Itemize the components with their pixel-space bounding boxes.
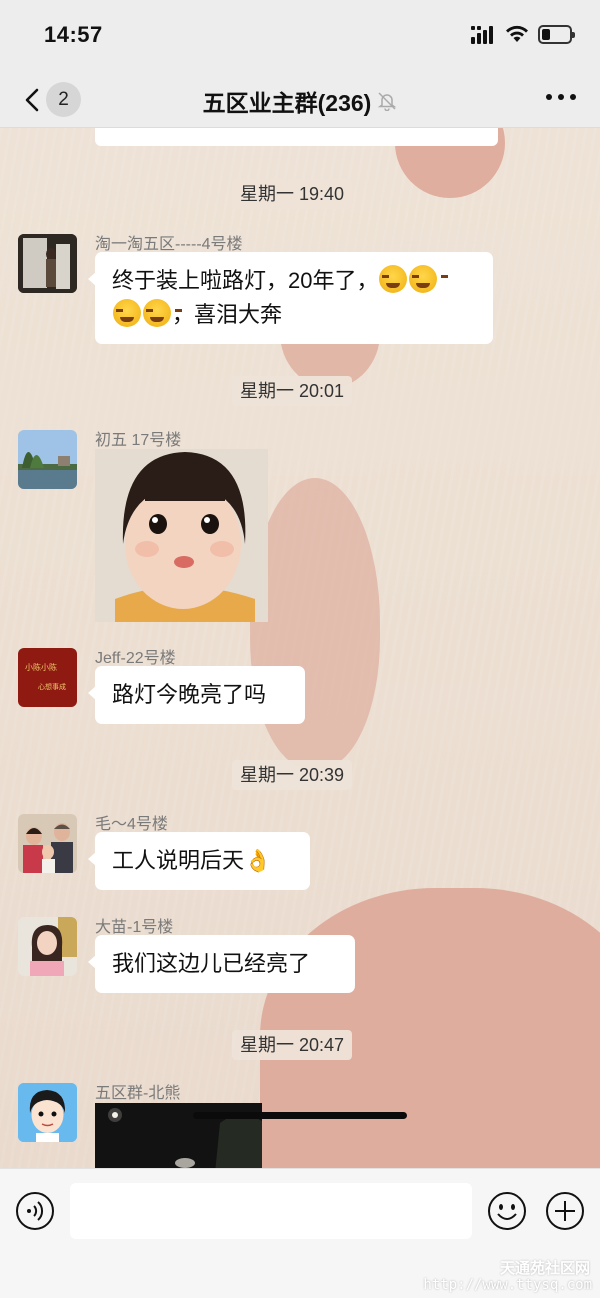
message-text: ，喜泪大奔 — [172, 302, 283, 327]
message-text: 路灯今晚亮了吗 — [112, 682, 267, 707]
sender-name: Jeff-22号楼 — [95, 650, 176, 667]
avatar-text: 小陈小陈 — [25, 663, 57, 672]
message-bubble[interactable]: 我们这边儿已经亮了 — [88, 935, 355, 993]
avatar-photo — [18, 234, 77, 293]
avatar-cartoon — [18, 1083, 77, 1142]
laugh-cry-emoji-icon — [379, 265, 419, 293]
sender-name: 初五 17号楼 — [95, 432, 182, 449]
timestamp: 星期一 19:40 — [232, 179, 353, 209]
avatar[interactable] — [18, 1083, 77, 1142]
avatar[interactable] — [18, 234, 77, 293]
sender-name: 毛～4号楼 — [95, 816, 168, 833]
plus-icon[interactable] — [545, 1191, 585, 1231]
timestamp: 星期一 20:01 — [232, 376, 353, 406]
message-bubble[interactable]: 终于装上啦路灯，20年了， ，喜泪大奔 — [88, 252, 493, 344]
ok-hand-emoji-icon: 👌 — [244, 848, 272, 873]
chat-title: 五区业主群(236) — [202, 90, 372, 116]
wifi-icon — [506, 25, 528, 42]
image-message[interactable] — [95, 449, 268, 622]
message-text: 工人说明后天 — [112, 848, 245, 873]
status-time: 14:57 — [44, 22, 103, 47]
chat-header: 2 五区业主群(236) — [0, 70, 600, 128]
avatar-photo — [18, 814, 77, 873]
signal-icon — [471, 26, 493, 44]
avatar[interactable] — [18, 430, 77, 489]
laugh-cry-emoji-icon — [409, 265, 449, 293]
voice-icon[interactable] — [15, 1191, 55, 1231]
avatar-text: 心想事成 — [38, 684, 66, 691]
timestamp: 星期一 20:39 — [232, 760, 353, 790]
battery-icon — [538, 25, 575, 44]
more-options-button[interactable] — [546, 94, 576, 102]
message-list[interactable]: 星期一 19:40 淘一淘五区-----4号楼 终于装上啦路灯，20年了， ，喜… — [0, 128, 600, 1168]
avatar[interactable] — [18, 917, 77, 976]
sticker-child-face — [95, 449, 268, 622]
message-text: 我们这边儿已经亮了 — [112, 951, 311, 976]
bell-slash-icon — [378, 92, 397, 111]
chat-input-bar: 天通苑社区网 http://www.ttysq.com — [0, 1168, 600, 1298]
sender-name: 淘一淘五区-----4号楼 — [95, 236, 243, 253]
status-bar: 14:57 — [0, 0, 600, 70]
timestamp: 星期一 20:47 — [232, 1030, 353, 1060]
laugh-cry-emoji-icon — [113, 299, 152, 327]
smiley-icon[interactable] — [487, 1191, 527, 1231]
chat-title-container: 五区业主群(236) — [0, 84, 600, 118]
battery-level — [542, 29, 550, 40]
message-input[interactable] — [70, 1183, 472, 1239]
sender-name: 五区群-北熊 — [95, 1085, 181, 1102]
avatar-photo — [18, 917, 77, 976]
sender-name: 大苗-1号楼 — [95, 919, 174, 936]
watermark-title: 天通苑社区网 — [499, 1260, 590, 1277]
laugh-cry-emoji-icon — [143, 299, 182, 327]
ellipsis-icon — [570, 94, 576, 100]
message-text: 终于装上啦路灯，20年了， — [112, 268, 379, 293]
ellipsis-icon — [558, 94, 564, 100]
watermark-url: http://www.ttysq.com — [423, 1277, 592, 1293]
avatar[interactable]: 小陈小陈 心想事成 — [18, 648, 77, 707]
avatar[interactable] — [18, 814, 77, 873]
avatar-photo — [18, 430, 77, 489]
message-bubble[interactable]: 工人说明后天👌 — [88, 832, 310, 890]
home-indicator[interactable] — [193, 1112, 407, 1119]
message-bubble[interactable]: 路灯今晚亮了吗 — [88, 666, 305, 724]
ellipsis-icon — [546, 94, 552, 100]
message-bubble[interactable] — [95, 128, 498, 146]
